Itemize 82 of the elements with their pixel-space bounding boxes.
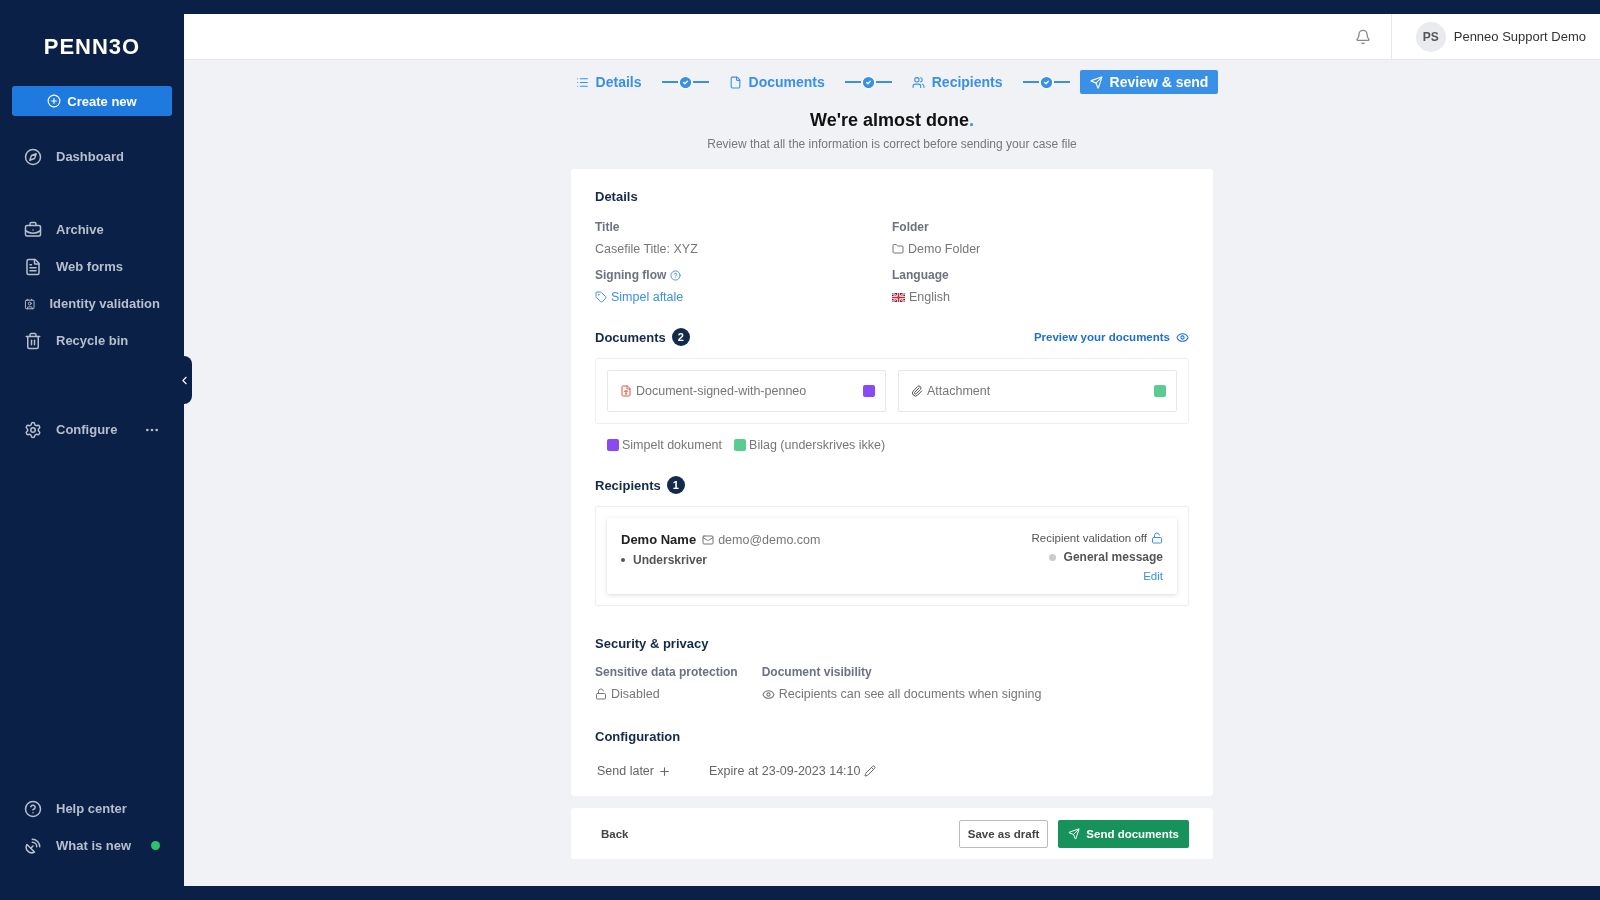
count-badge: 1 [666,476,685,494]
recipient-email: demo@demo.com [718,532,821,547]
users-icon [911,75,925,89]
section-title: Details [595,189,638,204]
user-name: Penneo Support Demo [1453,29,1586,44]
send-icon [1089,75,1103,89]
field-value: Demo Folder [908,242,981,256]
step-tab[interactable]: Review & send [1079,70,1219,94]
field-label: Document visibility [761,665,872,679]
page-subtitle: Review that all the information is correct before sending your case file [706,137,1078,151]
back-button[interactable]: Back [601,827,629,840]
sidebar-item[interactable]: Identity validation [0,285,184,322]
briefcase-icon [24,220,42,239]
message-label: General message [1063,550,1163,564]
folder-icon [892,243,904,255]
pencil-icon [864,765,877,777]
legend-label: Simpelt dokument [622,438,723,452]
field-label: Title [595,220,620,234]
document-name: Document-signed-with-penneo [636,384,807,398]
field-value[interactable]: Simpel aftale [611,290,684,304]
mail-icon [702,533,715,546]
sidebar-item[interactable]: Web forms [0,248,184,285]
recipient-name: Demo Name [621,532,697,547]
pdf-icon [620,385,632,397]
logo: PENN3O [42,33,142,61]
expiry-button[interactable]: Expire at 23-09-2023 14:10 [709,764,877,778]
satellite-dish-icon [24,836,42,855]
document-icon [24,257,42,276]
send-documents-button[interactable]: Send documents [1058,819,1189,848]
tag-icon [595,291,607,303]
plus-icon [47,94,62,108]
validation-status: Recipient validation off [1031,532,1147,544]
plus-icon [658,764,671,778]
send-later-button[interactable]: Send later [597,764,671,778]
field-label: Sensitive data protection [595,665,738,679]
document-icon [728,75,742,89]
field-value: Disabled [611,687,660,701]
flag-icon [892,292,905,302]
settings-icon [24,420,42,439]
section-title: Configuration [595,729,681,744]
list-icon [575,75,589,89]
sidebar-item[interactable]: Archive [0,211,184,248]
help-icon [24,799,42,818]
count-badge: 2 [671,328,690,346]
eye-icon [761,687,775,701]
field-label: Signing flow [595,268,667,282]
sidebar-item[interactable]: Configure [0,411,184,448]
save-draft-button[interactable]: Save as draft [958,819,1049,848]
paperclip-icon [911,385,923,397]
unlocked-icon [595,688,607,700]
send-icon [1068,827,1081,840]
field-value: Recipients can see all documents when signing [778,687,1042,701]
user-menu[interactable]: PS Penneo Support Demo [1390,14,1600,59]
preview-link[interactable]: Preview your documents [1033,330,1189,344]
section-title: Recipients [595,477,661,493]
document-card[interactable]: Attachment [898,370,1177,412]
eye-icon [1176,330,1189,344]
create-new-button[interactable]: Create new [12,86,172,116]
recipient-role: Underskriver [633,553,708,567]
document-card[interactable]: Document-signed-with-penneo [607,370,886,412]
help-icon[interactable] [670,269,682,281]
trash-icon [24,331,42,350]
field-label: Language [892,268,949,282]
unlocked-icon[interactable] [1151,532,1163,544]
page-heading: We're almost done. [809,110,975,131]
field-value: Casefile Title: XYZ [595,242,698,256]
section-title: Documents [595,329,666,345]
sidebar-item[interactable]: What is new [0,827,184,864]
sidebar-item[interactable]: Help center [0,790,184,827]
bullet [621,558,625,562]
document-name: Attachment [927,384,991,398]
field-label: Folder [892,220,929,234]
edit-link[interactable]: Edit [1143,570,1163,582]
sidebar-item[interactable]: Dashboard [0,138,184,175]
sidebar-item[interactable]: Recycle bin [0,322,184,359]
section-title: Security & privacy [595,636,709,651]
compass-icon [24,147,42,166]
avatar: PS [1415,21,1446,52]
status-dot [1048,553,1056,561]
notification-icon[interactable] [1354,28,1371,45]
field-value: English [909,290,950,304]
legend-label: Bilag (underskrives ikke) [749,438,886,452]
